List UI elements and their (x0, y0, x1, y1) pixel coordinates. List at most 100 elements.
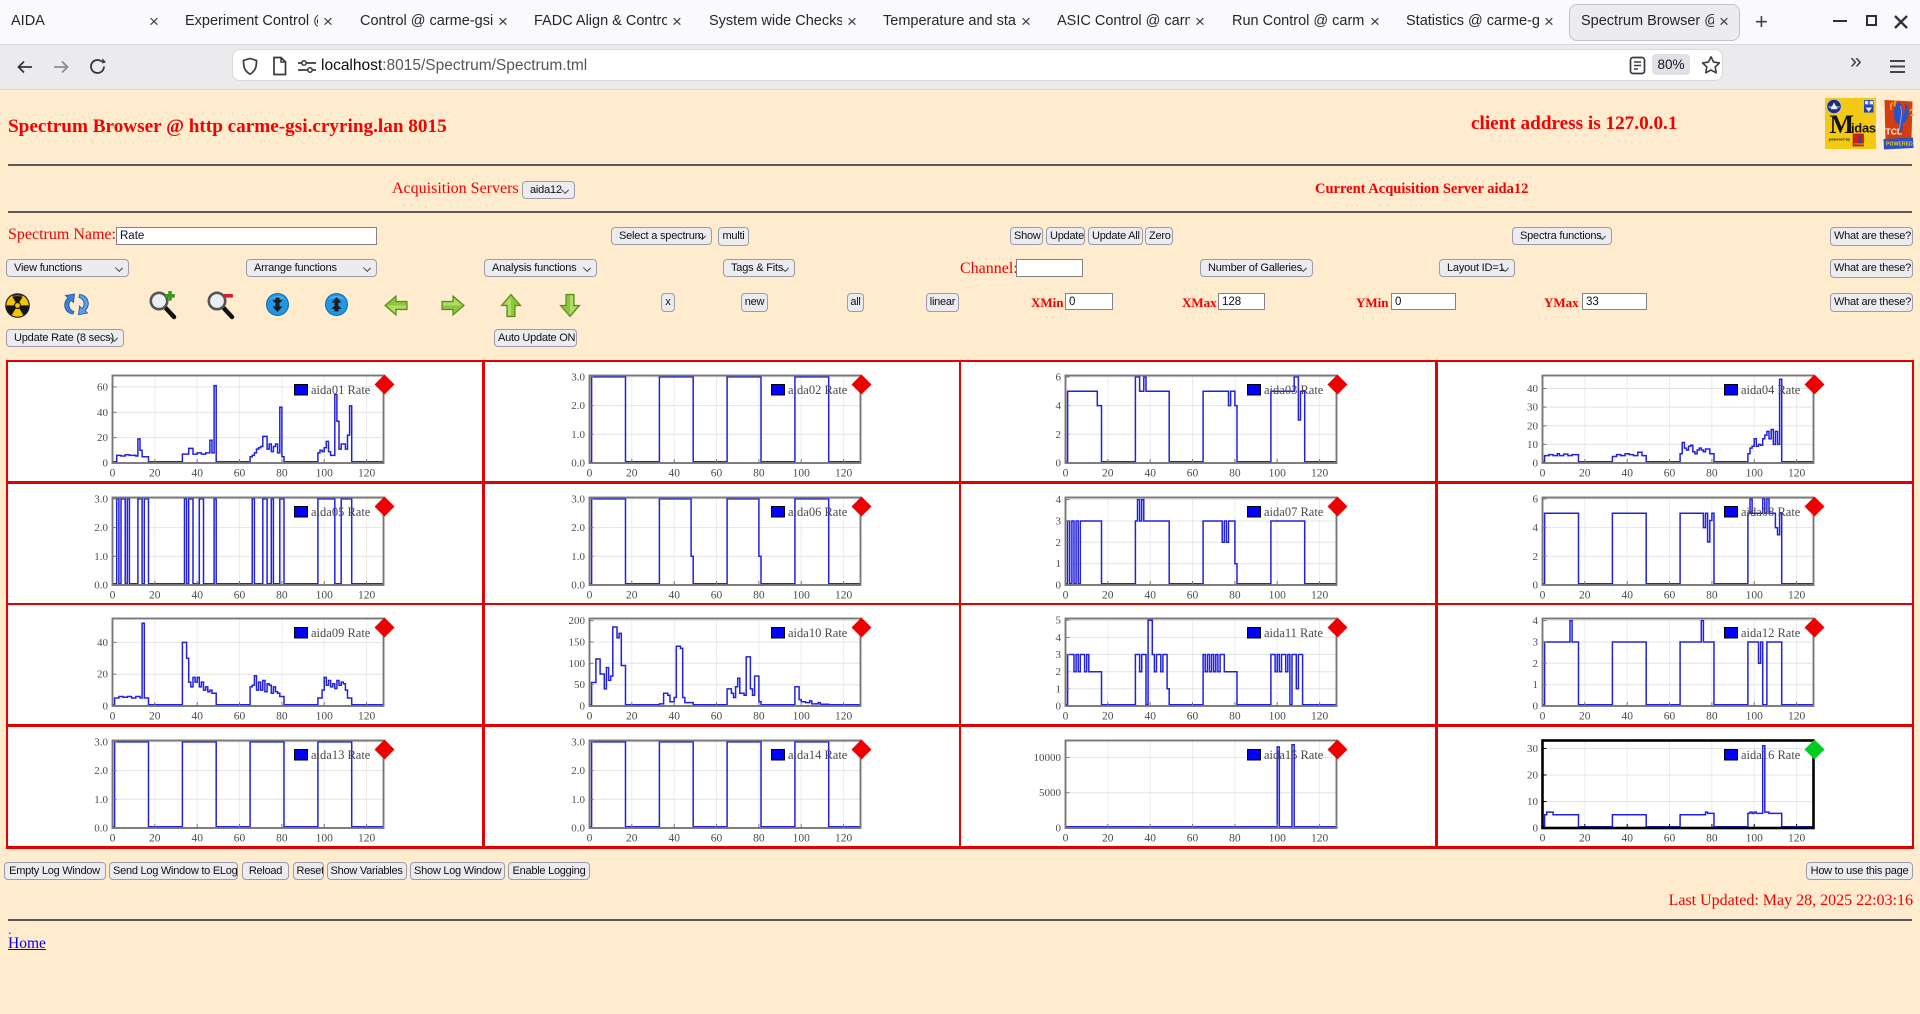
svg-text:80: 80 (1706, 711, 1718, 723)
svg-text:0: 0 (579, 701, 585, 713)
svg-text:20: 20 (97, 669, 109, 681)
svg-text:6: 6 (1056, 371, 1062, 383)
svg-text:60: 60 (234, 711, 246, 723)
svg-text:40: 40 (97, 637, 109, 649)
svg-text:0: 0 (1532, 701, 1538, 713)
svg-text:powered by: powered by (1829, 138, 1851, 142)
svg-text:20: 20 (149, 711, 161, 723)
svg-text:100: 100 (792, 468, 810, 480)
svg-text:20: 20 (1102, 589, 1114, 601)
svg-text:40: 40 (1144, 589, 1156, 601)
svg-text:0: 0 (586, 832, 592, 844)
svg-text:20: 20 (626, 711, 638, 723)
svg-text:3: 3 (1056, 515, 1062, 527)
svg-text:POWERED: POWERED (1854, 142, 1868, 146)
svg-text:40: 40 (1621, 832, 1633, 844)
svg-text:120: 120 (834, 589, 852, 601)
svg-text:5000: 5000 (1039, 787, 1062, 799)
svg-text:0.0: 0.0 (571, 579, 585, 591)
svg-text:aida02 Rate: aida02 Rate (788, 383, 848, 397)
svg-text:60: 60 (710, 711, 722, 723)
svg-text:40: 40 (1621, 468, 1633, 480)
svg-text:60: 60 (1663, 711, 1675, 723)
svg-text:40: 40 (668, 711, 680, 723)
svg-text:0: 0 (103, 701, 109, 713)
svg-text:2.0: 2.0 (94, 522, 108, 534)
svg-text:100: 100 (792, 711, 810, 723)
svg-text:4: 4 (1056, 632, 1062, 644)
svg-text:80: 80 (1229, 711, 1241, 723)
svg-text:60: 60 (1663, 589, 1675, 601)
svg-text:40: 40 (97, 407, 109, 419)
svg-text:40: 40 (1144, 468, 1156, 480)
svg-text:80: 80 (753, 468, 765, 480)
svg-text:20: 20 (626, 589, 638, 601)
svg-text:100: 100 (316, 711, 334, 723)
svg-text:30: 30 (1527, 743, 1539, 755)
svg-text:80: 80 (1229, 832, 1241, 844)
svg-text:60: 60 (710, 832, 722, 844)
svg-text:0: 0 (110, 832, 116, 844)
svg-text:120: 120 (1311, 832, 1329, 844)
svg-text:3.0: 3.0 (94, 493, 108, 505)
svg-text:120: 120 (358, 711, 376, 723)
svg-text:80: 80 (276, 832, 288, 844)
svg-text:40: 40 (191, 711, 203, 723)
svg-text:40: 40 (191, 832, 203, 844)
svg-text:60: 60 (710, 468, 722, 480)
svg-text:20: 20 (1527, 420, 1539, 432)
svg-text:0.0: 0.0 (94, 822, 108, 834)
svg-text:40: 40 (1144, 832, 1156, 844)
svg-text:20: 20 (1579, 832, 1591, 844)
svg-text:40: 40 (191, 468, 203, 480)
svg-text:120: 120 (358, 832, 376, 844)
svg-text:100: 100 (792, 832, 810, 844)
svg-text:20: 20 (149, 832, 161, 844)
svg-text:1.0: 1.0 (571, 429, 585, 441)
svg-text:30: 30 (1527, 402, 1539, 414)
svg-text:4: 4 (1532, 522, 1538, 534)
svg-text:0: 0 (1063, 832, 1069, 844)
svg-text:2.0: 2.0 (94, 765, 108, 777)
svg-text:aida05 Rate: aida05 Rate (311, 505, 371, 519)
svg-text:3.0: 3.0 (571, 493, 585, 505)
svg-text:1: 1 (1056, 558, 1062, 570)
svg-text:aida11 Rate: aida11 Rate (1264, 626, 1323, 640)
svg-text:120: 120 (1311, 468, 1329, 480)
svg-text:1: 1 (1532, 679, 1538, 691)
svg-text:40: 40 (1621, 589, 1633, 601)
svg-text:2: 2 (1056, 666, 1062, 678)
svg-text:0: 0 (1539, 589, 1545, 601)
svg-text:2.0: 2.0 (571, 400, 585, 412)
svg-text:0.0: 0.0 (571, 458, 585, 470)
svg-text:80: 80 (1229, 589, 1241, 601)
svg-text:120: 120 (1787, 468, 1805, 480)
svg-text:2: 2 (1056, 536, 1062, 548)
svg-text:0: 0 (1063, 711, 1069, 723)
svg-text:100: 100 (1269, 589, 1287, 601)
svg-text:POWERED: POWERED (1886, 142, 1913, 148)
svg-text:60: 60 (710, 589, 722, 601)
svg-text:1.0: 1.0 (571, 794, 585, 806)
svg-text:40: 40 (668, 589, 680, 601)
svg-text:2: 2 (1056, 429, 1062, 441)
svg-text:100: 100 (1269, 468, 1287, 480)
svg-text:0: 0 (1063, 468, 1069, 480)
svg-text:40: 40 (191, 589, 203, 601)
svg-text:60: 60 (234, 589, 246, 601)
svg-text:100: 100 (316, 468, 334, 480)
svg-text:0.0: 0.0 (94, 579, 108, 591)
svg-text:1: 1 (1056, 683, 1062, 695)
svg-text:20: 20 (1102, 711, 1114, 723)
svg-text:20: 20 (1579, 468, 1591, 480)
svg-text:0: 0 (586, 711, 592, 723)
svg-text:aida08 Rate: aida08 Rate (1741, 505, 1801, 519)
svg-text:20: 20 (626, 468, 638, 480)
svg-text:120: 120 (834, 468, 852, 480)
svg-text:2.0: 2.0 (571, 522, 585, 534)
svg-text:TCL: TCL (1886, 127, 1903, 137)
svg-text:120: 120 (1787, 711, 1805, 723)
svg-text:aida09 Rate: aida09 Rate (311, 626, 371, 640)
svg-text:60: 60 (234, 832, 246, 844)
svg-text:20: 20 (1102, 832, 1114, 844)
